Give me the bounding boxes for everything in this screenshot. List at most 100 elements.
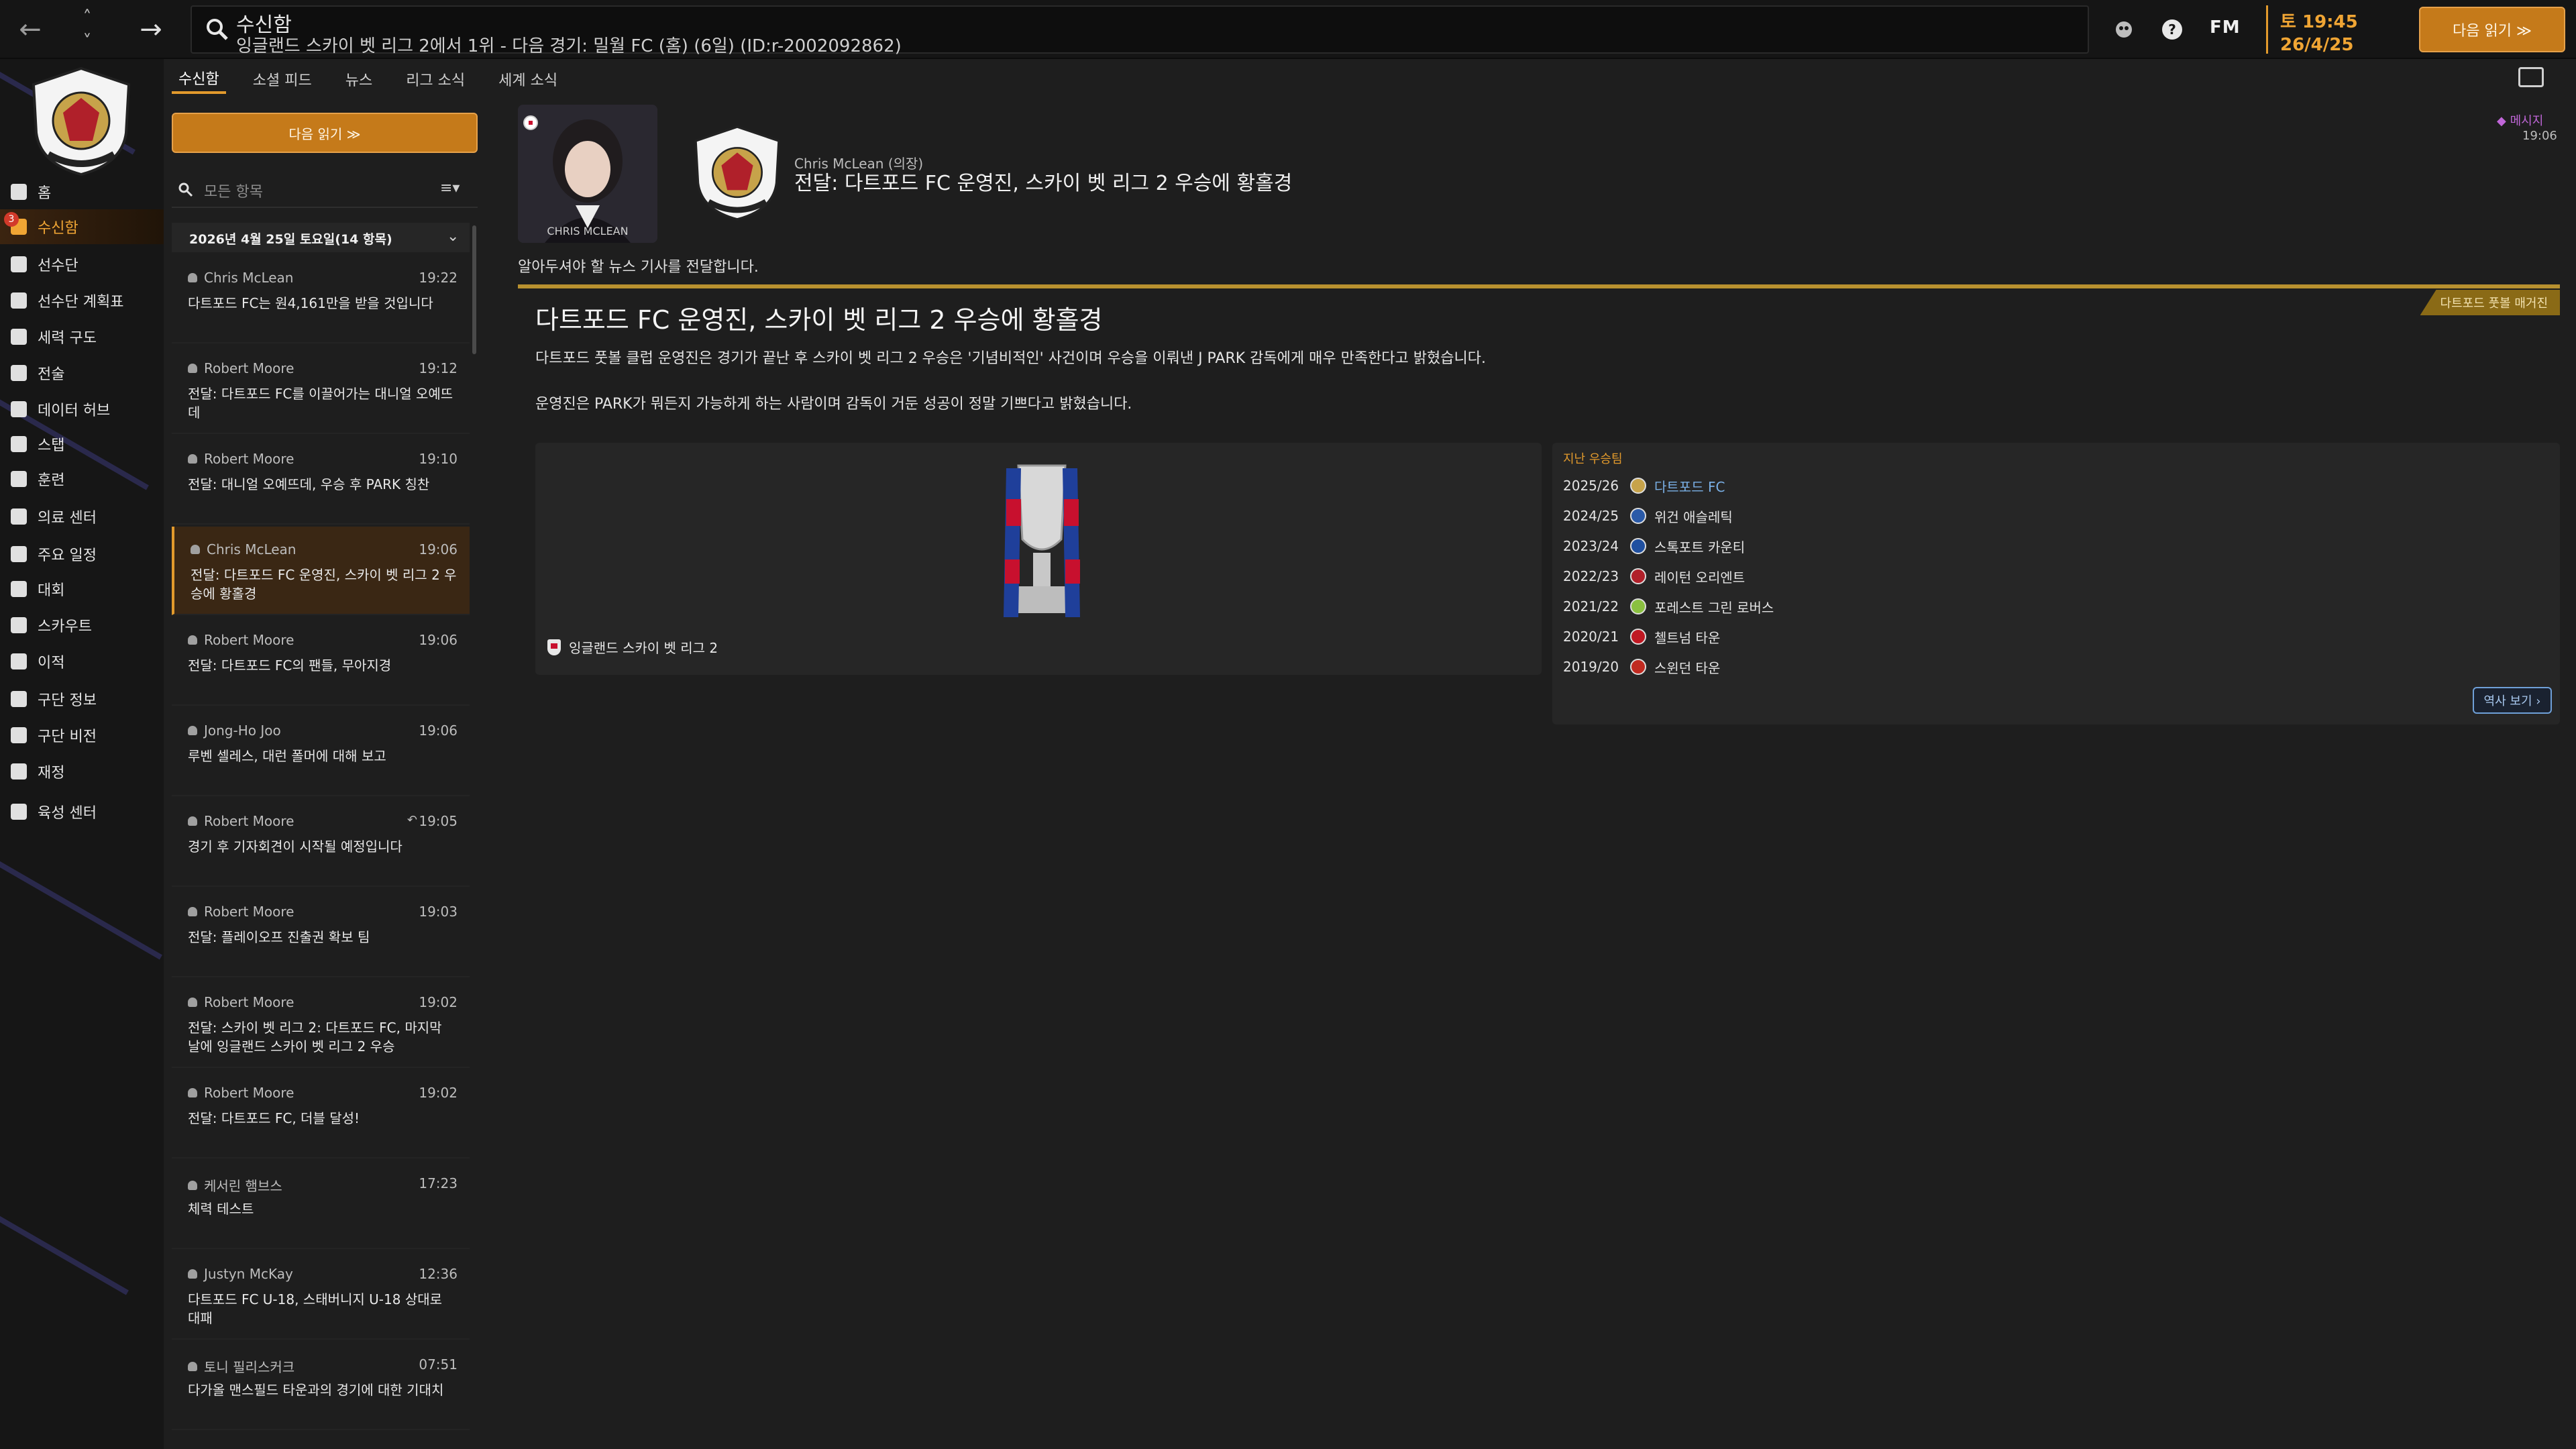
sidebar-item-staff[interactable]: 스탭 (0, 427, 164, 462)
sidebar-item-dynamics[interactable]: 세력 구도 (0, 319, 164, 354)
sidebar-item-label: 대회 (38, 582, 65, 599)
message-time: 19:22 (419, 270, 458, 286)
sender-portrait[interactable]: CHRIS MCLEAN (518, 105, 657, 243)
sidebar-item-medical[interactable]: 의료 센터 (0, 499, 164, 534)
sidebar-item-trophy[interactable]: 대회 (0, 572, 164, 606)
tab-league-news[interactable]: 리그 소식 (399, 64, 472, 94)
chevron-up-icon[interactable]: ˄ (83, 5, 92, 30)
sort-menu-icon[interactable]: ≡▾ (440, 180, 460, 197)
inbox-message-item[interactable]: Robert Moore 19:02 전달: 다트포드 FC, 더블 달성! (172, 1070, 470, 1159)
article-source-badge: 다트포드 풋볼 매거진 (2420, 290, 2560, 315)
fm-menu-logo[interactable]: FM (2210, 17, 2241, 38)
message-from: Jong-Ho Joo (188, 722, 281, 739)
inbox-message-item[interactable]: 케서린 햄브스 17:23 체력 테스트 (172, 1161, 470, 1249)
message-from-name: Robert Moore (204, 632, 294, 648)
sidebar-item-development[interactable]: 육성 센터 (0, 794, 164, 829)
sidebar-item-label: 구단 비전 (38, 729, 97, 745)
inbox-message-item[interactable]: Jong-Ho Joo 19:06 루벤 셀레스, 대런 폴머에 대해 보고 (172, 708, 470, 796)
date-group-header[interactable]: 2026년 4월 25일 토요일(14 항목) ⌄ (172, 223, 470, 252)
message-time: 19:06 (419, 722, 458, 739)
filter-placeholder: 모든 항목 (204, 184, 263, 201)
sidebar-item-inbox[interactable]: 수신함 3 (0, 209, 164, 244)
sidebar-item-schedule[interactable]: 주요 일정 (0, 537, 164, 572)
club-badge-icon (1630, 508, 1646, 524)
scrollbar[interactable] (472, 225, 476, 354)
club-badge-icon (1630, 629, 1646, 645)
tab-news[interactable]: 뉴스 (339, 64, 379, 94)
message-from: 케서린 햄브스 (188, 1175, 282, 1195)
home-icon (0, 184, 38, 200)
message-time: 17:23 (419, 1175, 458, 1191)
sidebar-item-label: 이적 (38, 655, 65, 672)
tab-inbox[interactable]: 수신함 (172, 64, 226, 94)
competition-link[interactable]: 잉글랜드 스카이 벳 리그 2 (547, 637, 718, 657)
inbox-message-item[interactable]: Chris McLean 19:22 다트포드 FC는 원4,161만을 받을 것입… (172, 255, 470, 343)
social-icon[interactable] (2110, 16, 2137, 43)
chevron-down-icon[interactable]: ˅ (83, 30, 92, 54)
club-name-link[interactable]: 다트포드 FC (1654, 476, 1725, 496)
portrait-caption: CHRIS MCLEAN (547, 225, 629, 237)
search-box[interactable]: 수신함 잉글랜드 스카이 벳 리그 2에서 1위 - 다음 경기: 밀월 FC … (191, 5, 2089, 56)
sidebar-item-training[interactable]: 훈련 (0, 462, 164, 496)
game-date: 26/4/25 (2280, 35, 2354, 55)
club-name-link[interactable]: 스윈던 타운 (1654, 657, 1720, 677)
message-pane: CHRIS MCLEAN Chris McLean (의장) 전달: 다트포드 … (510, 67, 2569, 1449)
view-history-button[interactable]: 역사 보기 › (2473, 687, 2552, 714)
tab-social-feed[interactable]: 소셜 피드 (246, 64, 319, 94)
dynamics-icon (0, 329, 38, 345)
continue-button[interactable]: 다음 읽기 ≫ (2419, 7, 2565, 52)
inbox-message-item[interactable]: Chris McLean 19:06 전달: 다트포드 FC 운영진, 스카이 벳 … (172, 527, 470, 615)
sidebar-item-club-vision[interactable]: 구단 비전 (0, 718, 164, 753)
inbox-message-item[interactable]: Robert Moore 19:06 전달: 다트포드 FC의 팬들, 무아지경 (172, 617, 470, 706)
sidebar-item-tactics[interactable]: 전술 (0, 356, 164, 390)
portrait-image (518, 105, 657, 243)
sidebar-item-squad-planner[interactable]: 선수단 계획표 (0, 283, 164, 318)
club-crest-logo[interactable] (28, 66, 134, 177)
club-badge-icon (1630, 659, 1646, 675)
message-from-name: Justyn McKay (204, 1266, 293, 1282)
continue-reading-button[interactable]: 다음 읽기 ≫ (172, 113, 478, 153)
forward-arrow-icon[interactable]: → (121, 0, 181, 59)
club-name-link[interactable]: 스톡포트 카운티 (1654, 537, 1745, 556)
club-name-link[interactable]: 위건 애슬레틱 (1654, 506, 1733, 526)
inbox-message-item[interactable]: 토니 필리스커크 07:51 다가올 맨스필드 타운과의 경기에 대한 기대치 (172, 1342, 470, 1430)
article-headline: 다트포드 FC 운영진, 스카이 벳 리그 2 우승에 황홀경 (535, 305, 1103, 335)
back-arrow-icon[interactable]: ← (0, 0, 60, 59)
tab-world-news[interactable]: 세계 소식 (492, 64, 564, 94)
inbox-message-item[interactable]: Robert Moore 19:03 전달: 플레이오프 진출권 확보 팀 (172, 889, 470, 977)
sidebar-item-data-hub[interactable]: 데이터 허브 (0, 392, 164, 427)
message-from: 토니 필리스커크 (188, 1356, 294, 1376)
club-name-link[interactable]: 첼트넘 타운 (1654, 627, 1720, 647)
inbox-message-item[interactable]: Robert Moore 19:12 전달: 다트포드 FC를 이끌어가는 대니얼 … (172, 345, 470, 434)
sidebar-item-finances[interactable]: 재정 (0, 754, 164, 789)
message-time: 07:51 (419, 1356, 458, 1373)
message-from: Robert Moore (188, 360, 294, 376)
layout-icon[interactable] (2518, 67, 2544, 87)
sidebar-item-scouting[interactable]: 스카우트 (0, 608, 164, 643)
transfers-icon (0, 653, 38, 669)
club-name-link[interactable]: 포레스트 그린 로버스 (1654, 597, 1774, 616)
sidebar-item-home[interactable]: 홈 (0, 174, 164, 209)
inbox-filter[interactable]: 모든 항목 ≡▾ (172, 172, 478, 208)
sidebar-item-squad[interactable]: 선수단 (0, 247, 164, 282)
inbox-message-item[interactable]: Justyn McKay 12:36 다트포드 FC U-18, 스태버니지 U-1… (172, 1251, 470, 1340)
past-winner-row: 2021/22 포레스트 그린 로버스 (1563, 593, 1774, 620)
club-crest-logo[interactable] (691, 121, 784, 225)
chevron-down-icon[interactable]: ⌄ (447, 228, 459, 245)
person-icon (188, 907, 197, 916)
article-paragraph: 운영진은 PARK가 뭐든지 가능하게 하는 사람이며 감독이 거둔 성공이 정… (535, 396, 1132, 413)
message-time: 19:10 (419, 451, 458, 467)
development-icon (0, 804, 38, 820)
inbox-message-item[interactable]: Robert Moore 19:10 전달: 대니얼 오예뜨데, 우승 후 PARK… (172, 436, 470, 525)
inbox-message-item[interactable]: Robert Moore 19:05 경기 후 기자회견이 시작될 예정입니다 ↶ (172, 798, 470, 887)
club-name-link[interactable]: 레이턴 오리엔트 (1654, 567, 1745, 586)
top-bar: ← ˄ ˅ → 수신함 잉글랜드 스카이 벳 리그 2에서 1위 - 다음 경기… (0, 0, 2576, 59)
sidebar-item-transfers[interactable]: 이적 (0, 644, 164, 679)
message-tag: ◆ 메시지 (2497, 111, 2543, 129)
sidebar-item-club-info[interactable]: 구단 정보 (0, 682, 164, 716)
message-from-name: Robert Moore (204, 360, 294, 376)
message-time: 19:03 (419, 904, 458, 920)
help-icon[interactable]: ? (2159, 16, 2186, 43)
finances-icon (0, 763, 38, 780)
inbox-message-item[interactable]: Robert Moore 19:02 전달: 스카이 벳 리그 2: 다트포드 FC… (172, 979, 470, 1068)
